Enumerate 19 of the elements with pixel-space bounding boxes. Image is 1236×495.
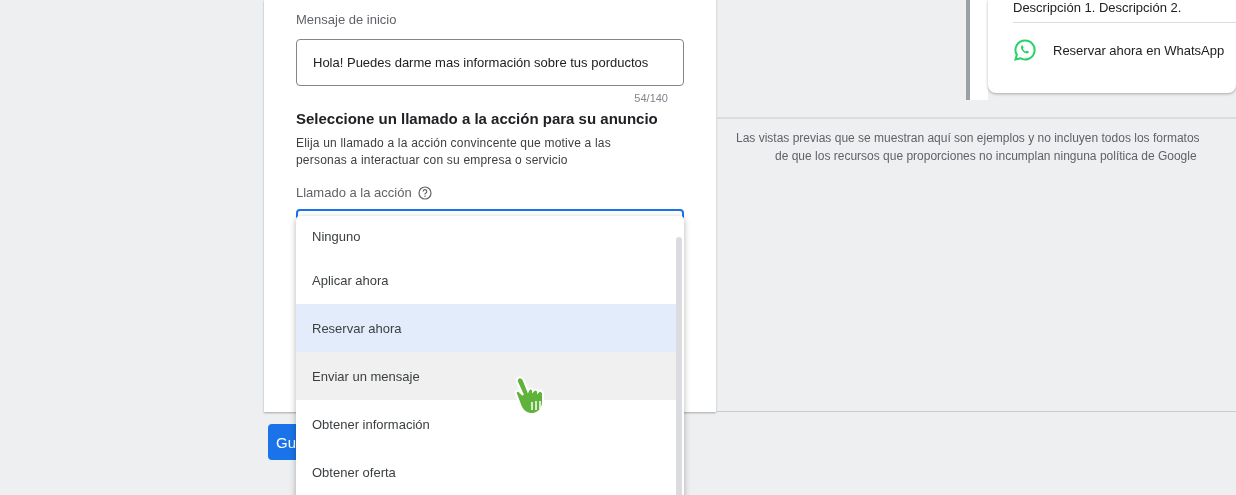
ad-description: Descripción 1. Descripción 2. bbox=[1013, 0, 1236, 23]
dropdown-option[interactable]: Obtener oferta bbox=[296, 448, 676, 495]
dropdown-option[interactable]: Obtener información bbox=[296, 400, 676, 448]
character-counter: 54/140 bbox=[634, 92, 668, 104]
dropdown-option[interactable]: Reservar ahora bbox=[296, 304, 676, 352]
help-icon[interactable] bbox=[417, 185, 432, 200]
disclaimer-text: Las vistas previas que se muestran aquí son ejemplos y no incluyen todos los formatos bbox=[735, 130, 1201, 147]
chat-bubble-phone-icon bbox=[1013, 38, 1037, 62]
dropdown-option[interactable]: Enviar un mensaje bbox=[296, 352, 676, 400]
section-description: Elija un llamado a la acción convincente que motive a las personas a interactuar con su empresa o servicio bbox=[296, 135, 612, 169]
field-label: Mensaje de inicio bbox=[296, 12, 398, 27]
section-heading: Seleccione un llamado a la acción para su anuncio bbox=[296, 110, 659, 127]
dropdown-option[interactable]: Ninguno bbox=[296, 216, 676, 256]
message-field[interactable]: Hola! Puedes darme mas información sobre tus porductos bbox=[296, 39, 684, 86]
dropdown-option[interactable]: Aplicar ahora bbox=[296, 256, 676, 304]
disclaimer-text: de que los recursos que proporciones no incumplan ninguna política de Google bbox=[774, 148, 1198, 165]
scrollbar[interactable] bbox=[676, 237, 682, 495]
cta-text: Reservar ahora en WhatsApp bbox=[1053, 42, 1225, 58]
field-label: Llamado a la acción bbox=[296, 185, 412, 200]
